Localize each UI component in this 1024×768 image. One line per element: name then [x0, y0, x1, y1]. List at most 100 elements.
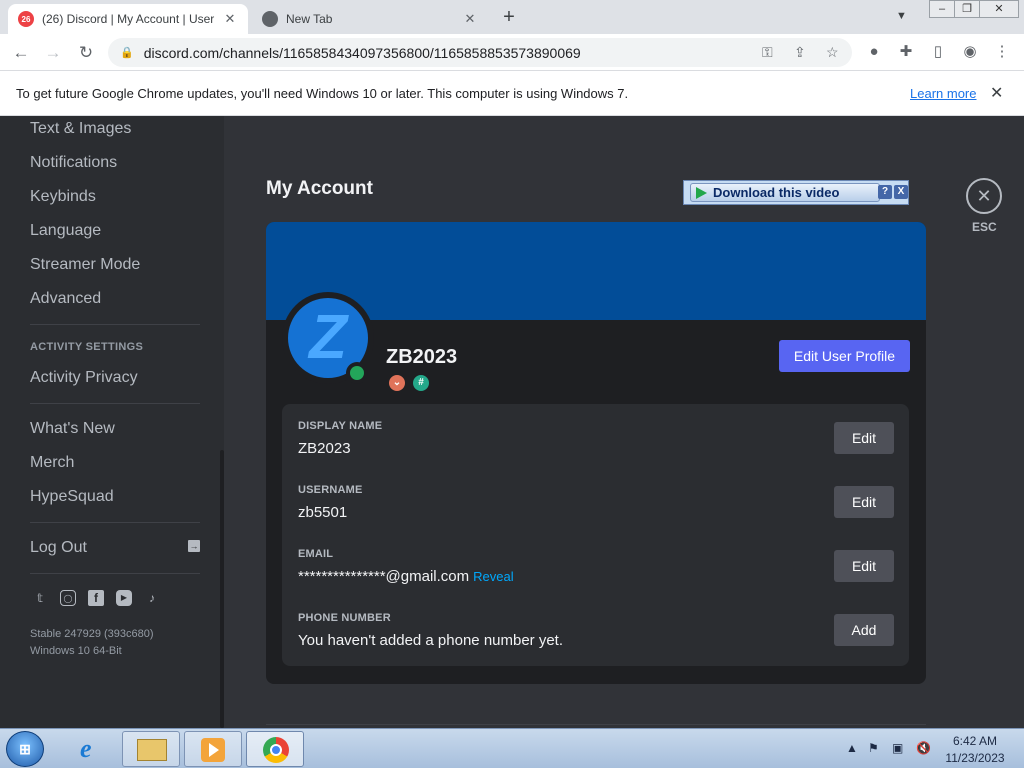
activity-settings-header: ACTIVITY SETTINGS — [30, 341, 144, 353]
windows-logo-icon: ⊞ — [19, 741, 31, 757]
windows-taskbar: ⊞ e ▲ ⚑ ▣ 🔇 6:42 AM 11/23/2023 — [0, 728, 1024, 768]
tab-discord[interactable]: 26 (26) Discord | My Account | User ✕ — [8, 4, 248, 34]
taskbar-chrome[interactable] — [246, 731, 304, 767]
share-icon[interactable]: ⇪ — [794, 44, 806, 61]
logout-icon[interactable]: → — [188, 540, 200, 552]
clock-date[interactable]: 11/23/2023 — [940, 751, 1010, 765]
display-name-label: DISPLAY NAME — [298, 420, 383, 432]
facebook-icon[interactable]: f — [88, 590, 104, 606]
action-center-flag-icon[interactable]: ⚑ — [868, 741, 879, 755]
account-fields-panel: DISPLAY NAME ZB2023 Edit USERNAME zb5501… — [282, 404, 909, 666]
account-profile-card: Z ZB2023 ⌄ # Edit User Profile DISPLAY N… — [266, 222, 926, 684]
key-icon[interactable]: ⚿ — [762, 44, 773, 61]
folder-icon — [137, 739, 167, 761]
learn-more-link[interactable]: Learn more — [910, 86, 976, 101]
minimize-button[interactable]: – — [929, 0, 955, 18]
client-version-text: Stable 247929 (393c680) — [30, 628, 154, 640]
sidebar-item-notifications[interactable]: Notifications — [30, 154, 117, 172]
tab-close-icon[interactable]: ✕ — [222, 11, 238, 27]
badge-icon[interactable]: ⌄ — [389, 375, 405, 391]
reveal-email-link[interactable]: Reveal — [473, 569, 513, 584]
new-tab-button[interactable]: + — [498, 6, 520, 28]
start-button[interactable]: ⊞ — [6, 731, 44, 767]
sidebar-divider — [30, 573, 200, 574]
chrome-favicon-icon — [262, 11, 278, 27]
infobar-message: To get future Google Chrome updates, you… — [16, 86, 629, 101]
maximize-button[interactable]: ❐ — [954, 0, 980, 18]
tab-search-chevron-icon[interactable]: ▼ — [896, 10, 907, 22]
email-row: ***************@gmail.com Reveal — [298, 568, 514, 585]
online-status-icon — [346, 362, 368, 384]
youtube-icon[interactable]: ▶ — [116, 590, 132, 606]
profile-avatar-icon[interactable]: ◉ — [960, 42, 980, 62]
username-label: USERNAME — [298, 484, 363, 496]
sidebar-item-hypesquad[interactable]: HypeSquad — [30, 488, 114, 506]
show-hidden-icons-icon[interactable]: ▲ — [846, 741, 858, 755]
taskbar-media-player[interactable] — [184, 731, 242, 767]
username-value: zb5501 — [298, 504, 348, 521]
sidebar-divider — [30, 522, 200, 523]
settings-sidebar: Text & Images Notifications Keybinds Lan… — [0, 116, 224, 728]
download-video-label: Download this video — [713, 185, 840, 200]
taskbar-internet-explorer[interactable]: e — [68, 731, 114, 767]
taskbar-file-explorer[interactable] — [122, 731, 180, 767]
sidebar-divider — [30, 403, 200, 404]
email-label: EMAIL — [298, 548, 334, 560]
sidebar-item-merch[interactable]: Merch — [30, 454, 74, 472]
volume-muted-icon[interactable]: 🔇 — [916, 741, 931, 755]
close-window-button[interactable]: ✕ — [979, 0, 1019, 18]
clock-time[interactable]: 6:42 AM — [940, 734, 1010, 748]
sidebar-item-log-out[interactable]: Log Out — [30, 539, 87, 557]
add-phone-button[interactable]: Add — [834, 614, 894, 646]
section-divider — [266, 724, 926, 725]
sidebar-item-advanced[interactable]: Advanced — [30, 290, 101, 308]
edit-display-name-button[interactable]: Edit — [834, 422, 894, 454]
sidebar-item-language[interactable]: Language — [30, 222, 101, 240]
overlay-close-icon[interactable]: X — [894, 185, 908, 199]
download-video-overlay: Download this video ? X — [683, 180, 909, 205]
side-panel-icon[interactable]: ▯ — [928, 42, 948, 62]
edit-username-button[interactable]: Edit — [834, 486, 894, 518]
window-controls: – ❐ ✕ — [929, 0, 1019, 18]
menu-kebab-icon[interactable]: ⋮ — [992, 42, 1012, 62]
network-icon[interactable]: ▣ — [892, 741, 903, 755]
phone-number-value: You haven't added a phone number yet. — [298, 632, 564, 649]
edit-email-button[interactable]: Edit — [834, 550, 894, 582]
tab-title: (26) Discord | My Account | User — [42, 12, 215, 26]
help-icon[interactable]: ? — [878, 185, 892, 199]
reload-icon[interactable]: ↻ — [75, 42, 97, 64]
page-title: My Account — [266, 178, 373, 199]
download-video-button[interactable]: Download this video — [690, 183, 880, 202]
instagram-icon[interactable]: ◯ — [60, 590, 76, 606]
profile-username: ZB2023 — [386, 346, 458, 368]
forward-icon[interactable]: → — [42, 42, 64, 64]
tab-close-icon[interactable]: ✕ — [462, 11, 478, 27]
browser-tab-strip: 26 (26) Discord | My Account | User ✕ Ne… — [0, 0, 1024, 34]
sidebar-item-text-images[interactable]: Text & Images — [30, 120, 131, 138]
extensions-puzzle-icon[interactable]: ✚ — [896, 42, 916, 62]
back-icon[interactable]: ← — [10, 42, 32, 64]
tab-new-tab[interactable]: New Tab ✕ — [252, 4, 488, 34]
address-bar[interactable]: 🔒 discord.com/channels/11658584340973568… — [108, 38, 852, 67]
edit-user-profile-button[interactable]: Edit User Profile — [779, 340, 910, 372]
tab-title: New Tab — [286, 12, 333, 26]
display-name-value: ZB2023 — [298, 440, 351, 457]
phone-number-label: PHONE NUMBER — [298, 612, 391, 624]
sidebar-item-whats-new[interactable]: What's New — [30, 420, 115, 438]
url-text[interactable]: discord.com/channels/1165858434097356800… — [144, 45, 581, 61]
discord-favicon-icon: 26 — [18, 11, 34, 27]
sidebar-divider — [30, 324, 200, 325]
update-infobar: To get future Google Chrome updates, you… — [0, 71, 1024, 116]
sidebar-item-streamer-mode[interactable]: Streamer Mode — [30, 256, 140, 274]
twitter-icon[interactable]: 𝕥 — [32, 590, 48, 606]
hashtag-badge-icon[interactable]: # — [413, 375, 429, 391]
cookie-extension-icon[interactable]: ● — [864, 42, 884, 62]
tiktok-icon[interactable]: ♪ — [144, 590, 160, 606]
sidebar-item-keybinds[interactable]: Keybinds — [30, 188, 96, 206]
infobar-close-icon[interactable]: ✕ — [990, 83, 1003, 103]
bookmark-star-icon[interactable]: ☆ — [826, 44, 839, 61]
play-icon — [696, 187, 707, 199]
close-settings-icon[interactable]: ✕ — [966, 178, 1002, 214]
sidebar-item-activity-privacy[interactable]: Activity Privacy — [30, 369, 138, 387]
lock-icon[interactable]: 🔒 — [120, 46, 134, 59]
